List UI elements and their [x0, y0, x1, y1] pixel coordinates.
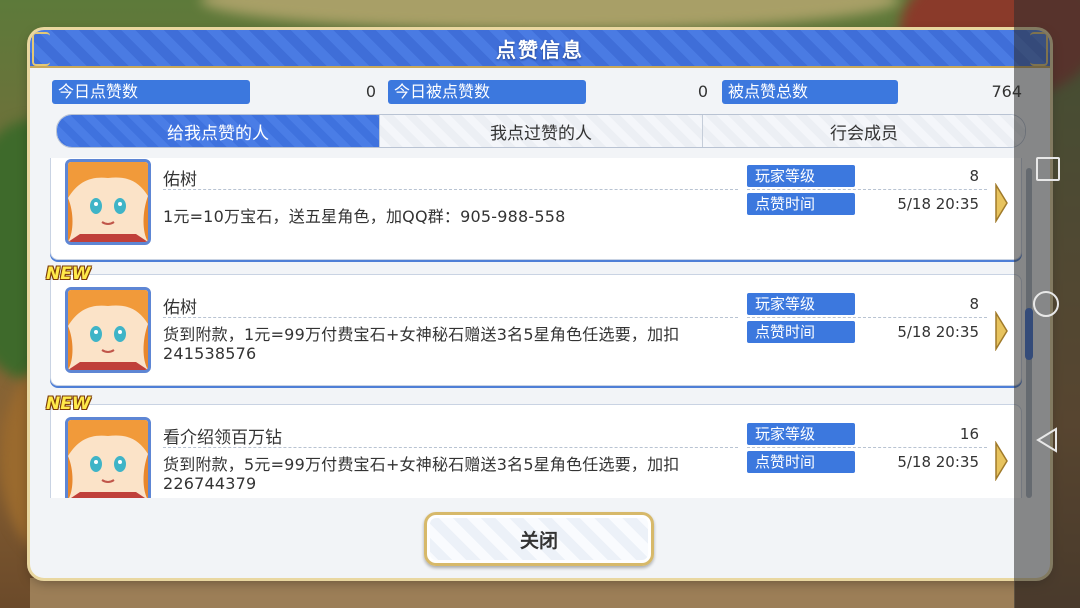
name-divider [163, 189, 738, 190]
tab-liked-me[interactable]: 给我点赞的人 [57, 115, 379, 147]
level-label: 玩家等级 [747, 293, 855, 315]
tab-guild-members[interactable]: 行会成员 [702, 115, 1025, 147]
character-portrait-icon [68, 290, 148, 370]
stat-value-today-liked: 0 [697, 82, 708, 101]
new-badge: NEW [46, 394, 91, 414]
tab-i-liked[interactable]: 我点过赞的人 [379, 115, 702, 147]
avatar[interactable] [65, 159, 151, 245]
player-name: 佑树 [163, 298, 197, 318]
dialog-header: 点赞信息 [30, 30, 1050, 68]
list-item[interactable]: 佑树 货到附款，1元=99万付费宝石+女神秘石赠送3名5星角色任选要，加扣241… [50, 274, 1022, 386]
level-label: 玩家等级 [747, 423, 855, 445]
name-divider [163, 317, 738, 318]
background-header-bar [200, 0, 900, 30]
time-label: 点赞时间 [747, 193, 855, 215]
player-name: 看介绍领百万钻 [163, 428, 282, 448]
back-icon[interactable] [1034, 426, 1062, 454]
chevron-right-icon[interactable] [993, 183, 1009, 223]
stat-label-today-likes: 今日点赞数 [52, 80, 250, 104]
new-badge: NEW [46, 264, 91, 284]
time-label: 点赞时间 [747, 451, 855, 473]
avatar[interactable] [65, 287, 151, 373]
level-value: 8 [969, 295, 979, 313]
tab-bar: 给我点赞的人 我点过赞的人 行会成员 [56, 114, 1026, 148]
player-message: 货到附款，5元=99万付费宝石+女神秘石赠送3名5星角色任选要，加扣226744… [163, 455, 680, 493]
character-portrait-icon [68, 162, 148, 242]
background-bottom-menu [30, 578, 1015, 608]
list-item[interactable]: 佑树 1元=10万宝石，送五星角色，加QQ群：905-988-558 玩家等级 … [50, 158, 1022, 260]
home-icon[interactable] [1033, 291, 1059, 317]
list-item[interactable]: 看介绍领百万钻 货到附款，5元=99万付费宝石+女神秘石赠送3名5星角色任选要，… [50, 404, 1022, 498]
stat-label-today-liked: 今日被点赞数 [388, 80, 586, 104]
stat-label-total-liked: 被点赞总数 [722, 80, 898, 104]
time-value: 5/18 20:35 [897, 195, 979, 213]
level-value: 16 [959, 425, 979, 443]
recent-apps-icon[interactable] [1036, 157, 1060, 181]
info-divider [747, 317, 987, 318]
info-divider [747, 189, 987, 190]
stat-value-today-likes: 0 [365, 82, 376, 101]
player-name: 佑树 [163, 170, 197, 190]
like-list[interactable]: 佑树 1元=10万宝石，送五星角色，加QQ群：905-988-558 玩家等级 … [38, 158, 1038, 498]
player-message: 1元=10万宝石，送五星角色，加QQ群：905-988-558 [163, 207, 566, 226]
level-label: 玩家等级 [747, 165, 855, 187]
time-value: 5/18 20:35 [897, 323, 979, 341]
time-label: 点赞时间 [747, 321, 855, 343]
like-info-dialog: 点赞信息 今日点赞数 0 今日被点赞数 0 被点赞总数 764 给我点赞的人 我… [30, 30, 1050, 578]
chevron-right-icon[interactable] [993, 441, 1009, 481]
avatar[interactable] [65, 417, 151, 498]
info-divider [747, 447, 987, 448]
close-button[interactable]: 关闭 [424, 512, 654, 566]
chevron-right-icon[interactable] [993, 311, 1009, 351]
player-message: 货到附款，1元=99万付费宝石+女神秘石赠送3名5星角色任选要，加扣241538… [163, 325, 680, 363]
header-ornament-left [32, 32, 50, 66]
stat-value-total-liked: 764 [991, 82, 1022, 101]
character-portrait-icon [68, 420, 148, 498]
name-divider [163, 447, 738, 448]
level-value: 8 [969, 167, 979, 185]
dialog-title: 点赞信息 [496, 37, 584, 62]
time-value: 5/18 20:35 [897, 453, 979, 471]
